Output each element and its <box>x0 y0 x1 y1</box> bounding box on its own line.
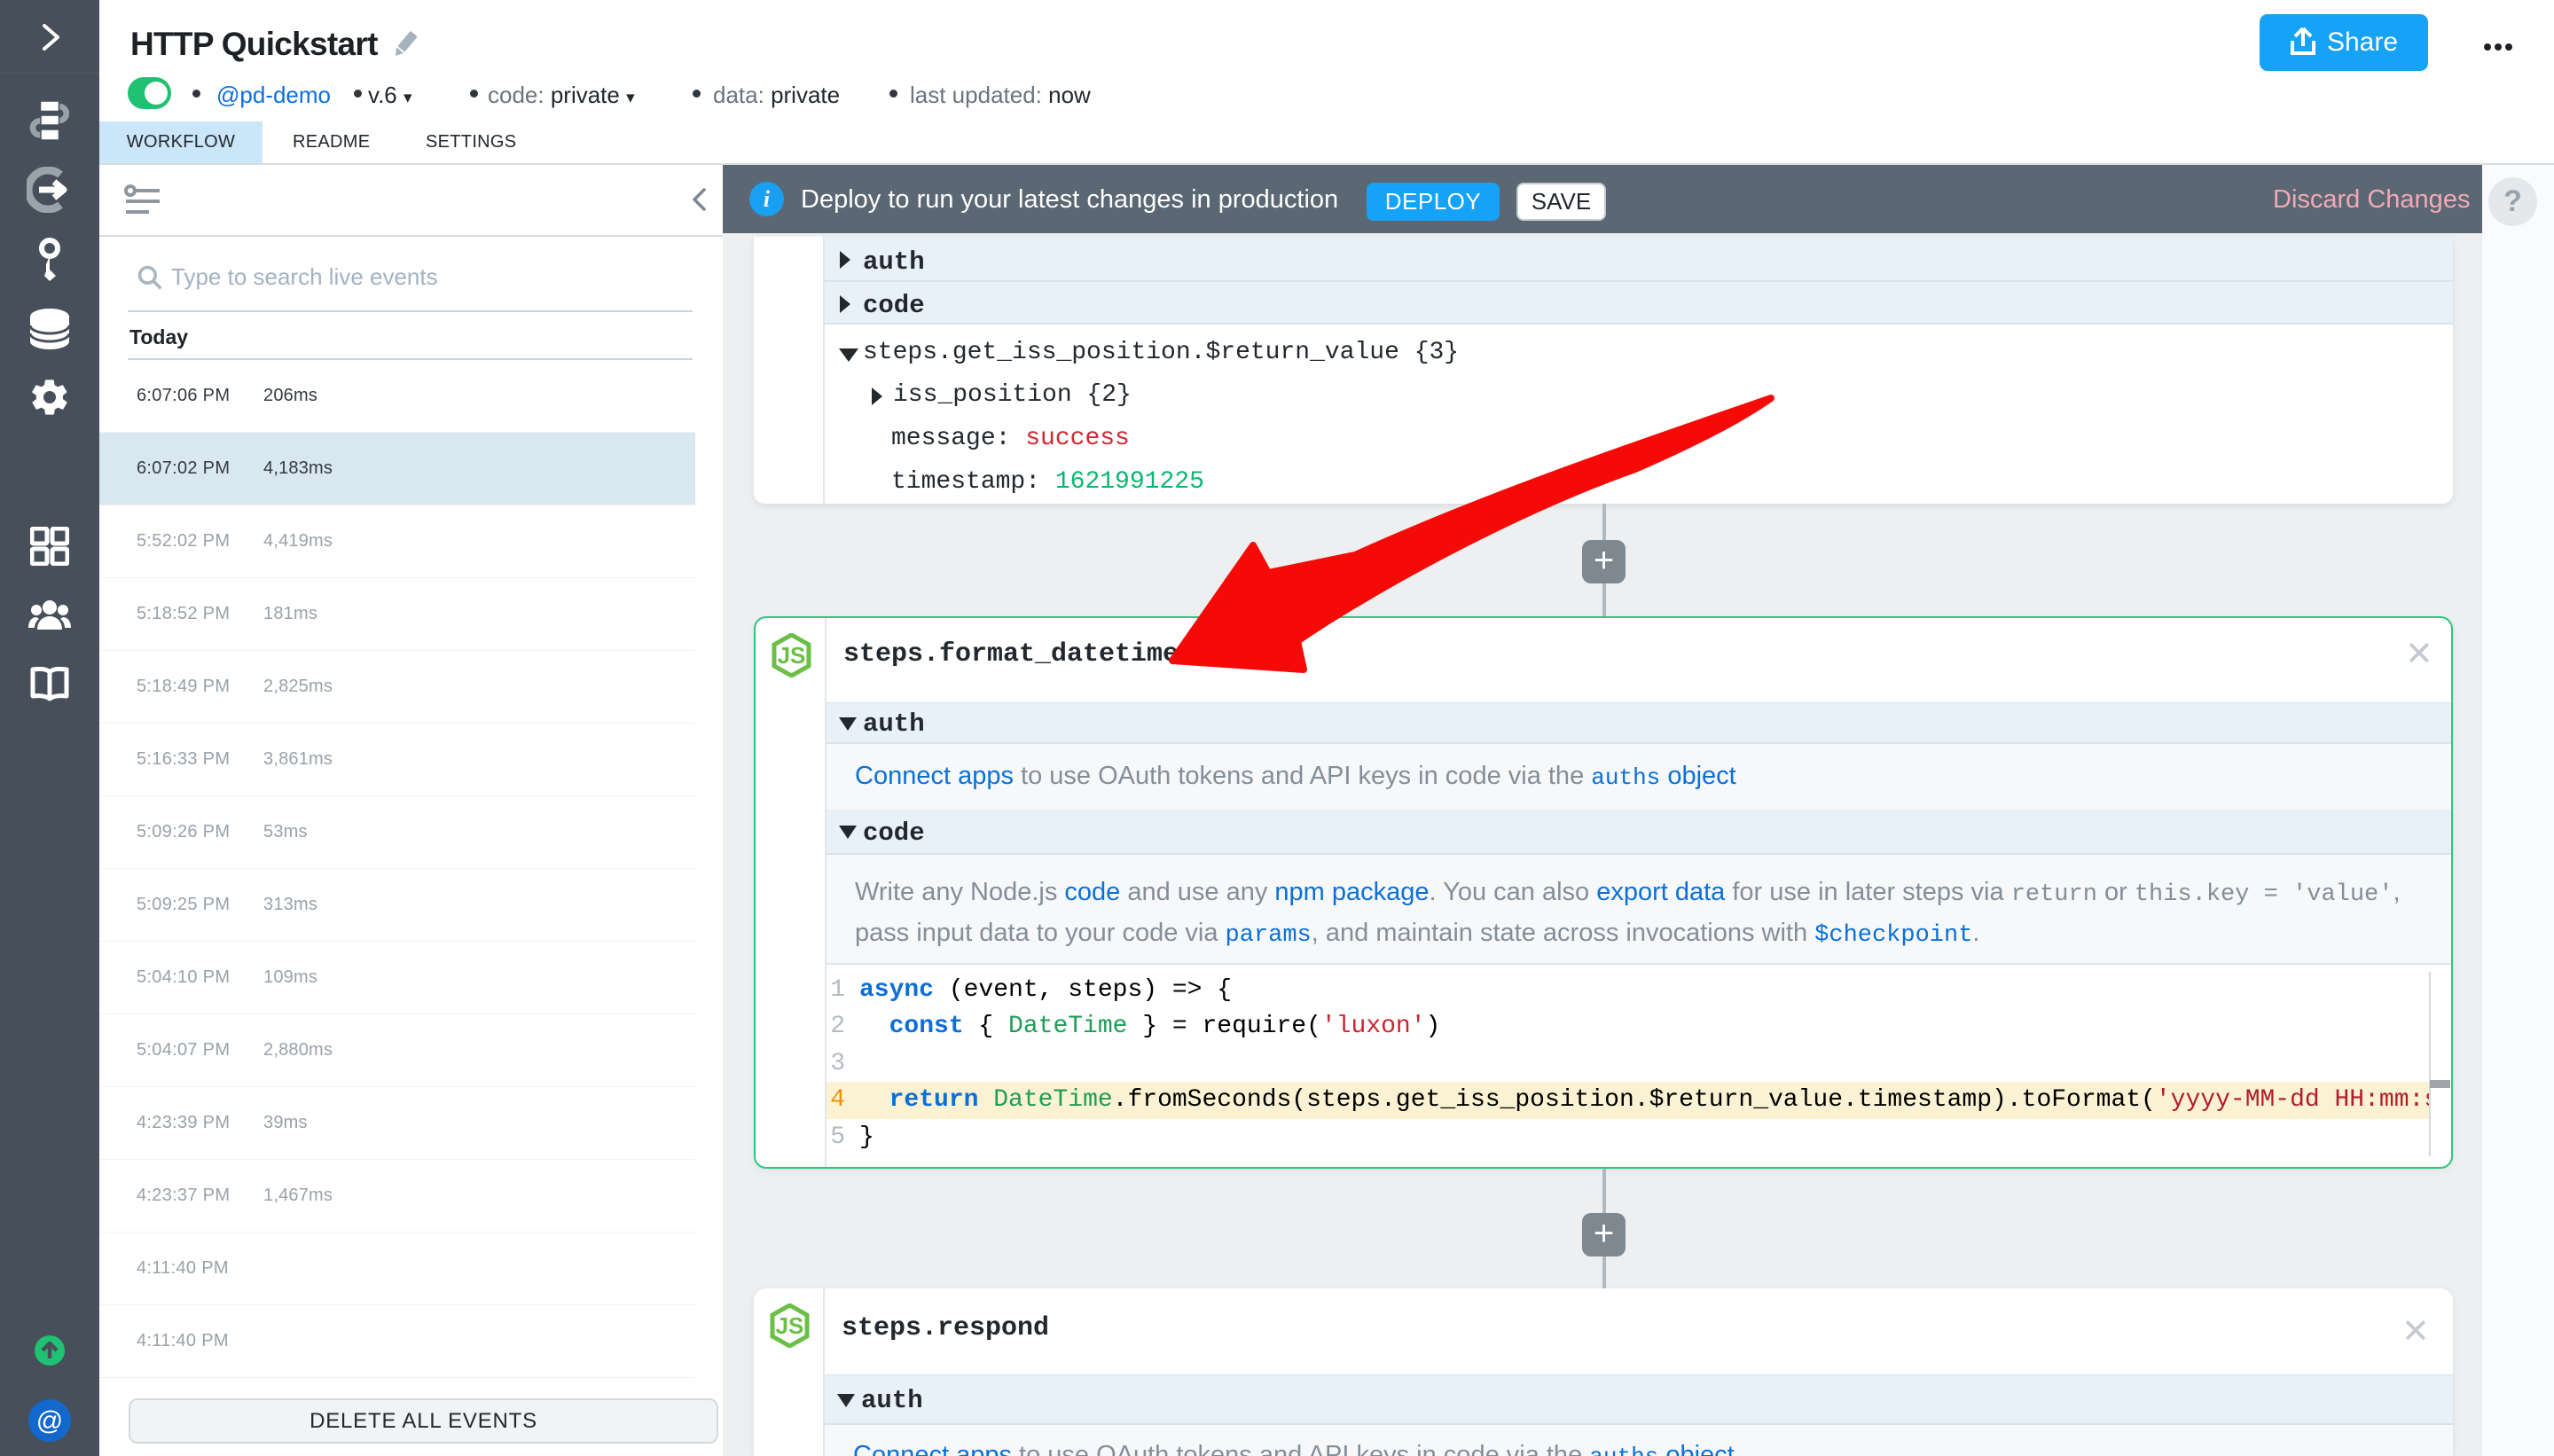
svg-text:@: @ <box>36 1406 63 1436</box>
svg-text:JS: JS <box>778 642 806 669</box>
svg-text:JS: JS <box>776 1312 804 1339</box>
